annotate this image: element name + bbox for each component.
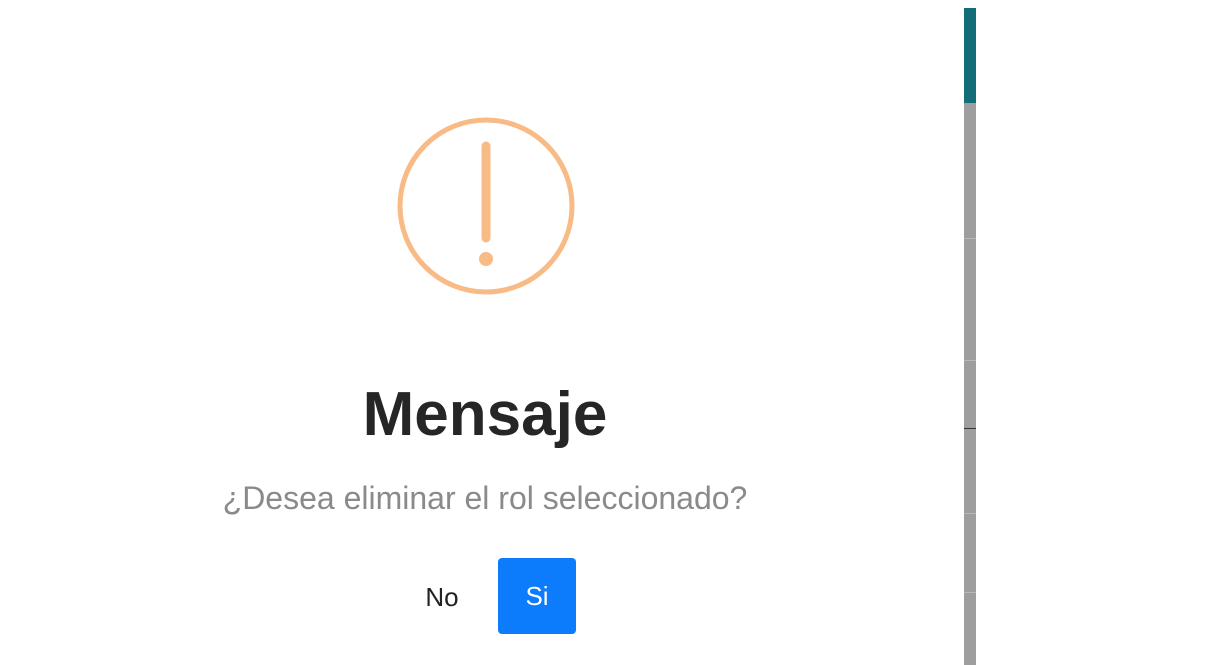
- dialog-title: Mensaje: [362, 380, 608, 449]
- background-page-edge: [964, 8, 976, 665]
- background-divider: [964, 360, 976, 361]
- confirm-dialog: Mensaje ¿Desea eliminar el rol seleccion…: [0, 0, 964, 665]
- exclamation-circle-icon: [397, 117, 575, 295]
- cancel-button[interactable]: No: [406, 560, 478, 634]
- dialog-message: ¿Desea eliminar el rol seleccionado?: [222, 480, 748, 516]
- confirm-button[interactable]: Si: [498, 558, 576, 634]
- background-divider: [964, 238, 976, 239]
- background-accent-bar: [964, 8, 976, 103]
- background-divider: [964, 592, 976, 593]
